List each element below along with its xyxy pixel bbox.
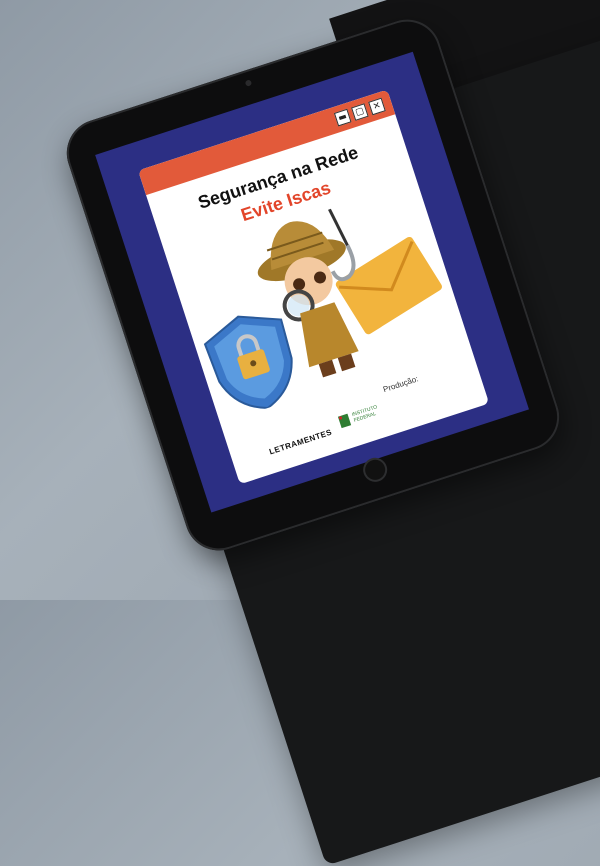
shield-lock-icon — [203, 315, 293, 409]
close-icon: ✕ — [368, 97, 386, 116]
camera-dot — [244, 79, 253, 87]
publisher-logo: LETRAMENTES — [268, 427, 334, 457]
tablet-screen: ▬ ▢ ✕ Segurança na Rede Evite Iscas Prod… — [95, 51, 529, 513]
minimize-icon: ▬ — [333, 108, 352, 127]
envelope-icon — [335, 236, 442, 335]
maximize-icon: ▢ — [351, 103, 369, 121]
ebook-cover-window: ▬ ▢ ✕ Segurança na Rede Evite Iscas Prod… — [138, 89, 490, 485]
institution-logo-icon — [337, 413, 352, 429]
institution-name: INSTITUTO FEDERAL — [351, 404, 379, 424]
production-label: Produção: — [381, 374, 420, 395]
